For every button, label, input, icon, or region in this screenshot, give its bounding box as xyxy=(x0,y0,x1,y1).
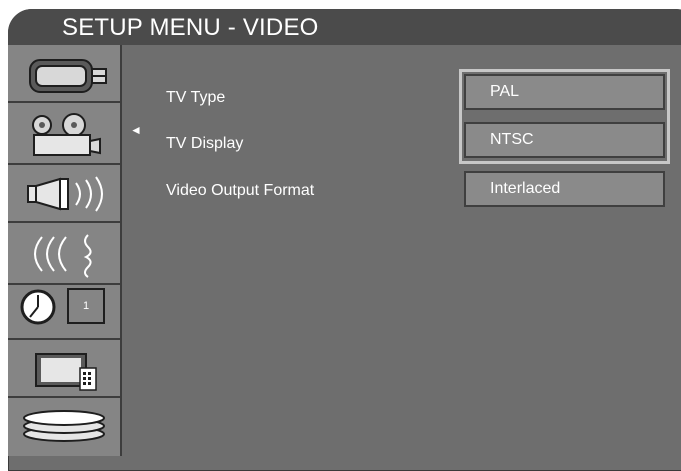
tv-display-option[interactable]: NTSC xyxy=(464,122,665,158)
speaker-icon xyxy=(27,176,103,212)
camcorder-icon xyxy=(29,59,107,93)
selection-pointer-icon: ◄ xyxy=(130,123,142,137)
setting-label-tv-display: TV Display xyxy=(166,135,244,152)
sidebar-item-speaker[interactable] xyxy=(8,165,120,223)
page-title: SETUP MENU - VIDEO xyxy=(62,14,319,41)
sidebar-item-clock[interactable]: 1 xyxy=(8,285,120,340)
sidebar: 1 xyxy=(8,45,122,456)
sidebar-item-caption[interactable] xyxy=(8,223,120,285)
setting-label-video-output-format: Video Output Format xyxy=(166,182,315,199)
tv-remote-icon xyxy=(35,353,97,391)
timer-value: 1 xyxy=(82,300,90,312)
sidebar-item-camcorder[interactable] xyxy=(8,45,120,103)
sidebar-item-film-camera[interactable] xyxy=(8,103,120,165)
video-output-format-option[interactable]: Interlaced xyxy=(464,171,665,207)
tv-type-option[interactable]: PAL xyxy=(464,74,665,110)
setting-label-tv-type: TV Type xyxy=(166,89,226,106)
sidebar-item-tv[interactable] xyxy=(8,340,120,398)
caption-sound-icon xyxy=(34,234,92,278)
disc-stack-icon xyxy=(23,410,105,442)
sidebar-item-discs[interactable] xyxy=(8,398,120,456)
film-camera-icon xyxy=(32,113,101,156)
